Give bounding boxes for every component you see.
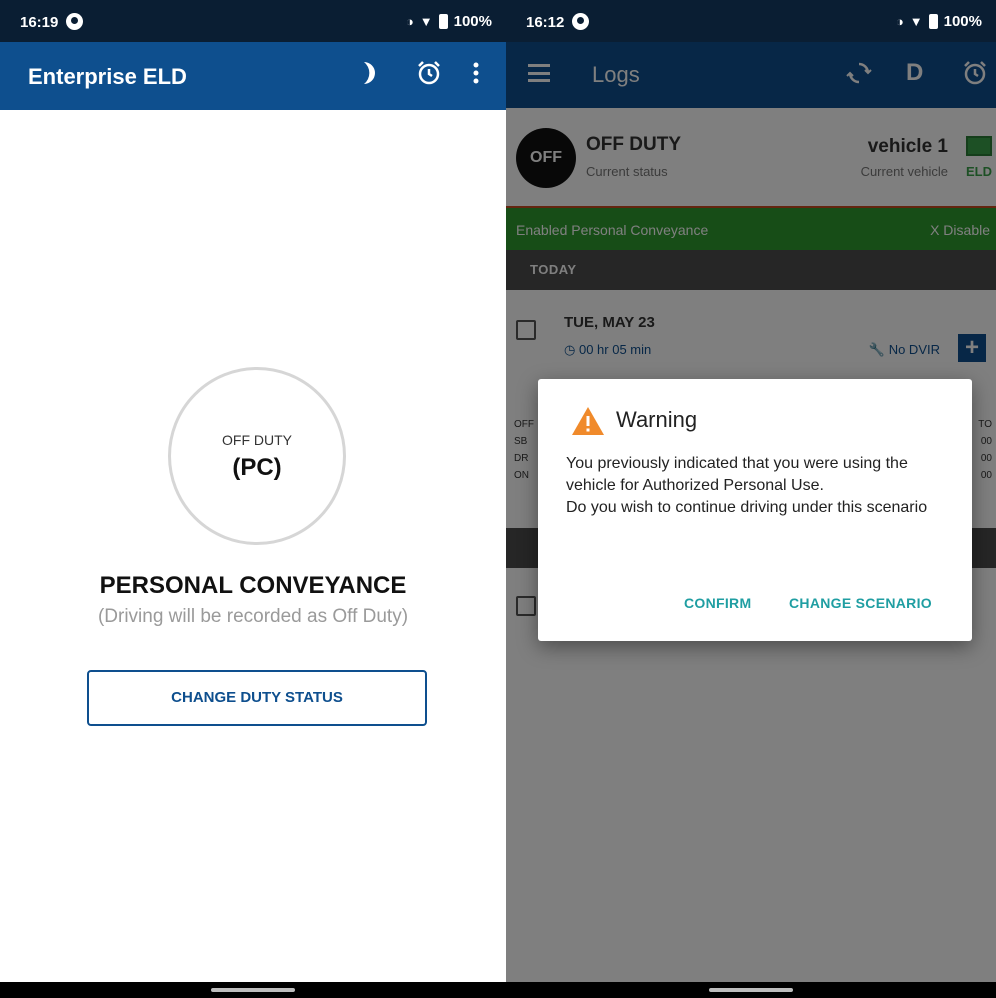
wifi-icon: ▼: [419, 14, 433, 29]
home-gesture-handle[interactable]: [211, 988, 295, 992]
app-bar: Enterprise ELD: [0, 42, 506, 110]
dialog-title: Warning: [616, 407, 698, 432]
duty-status-label: OFF DUTY: [222, 432, 292, 448]
rotation-icon: ◑: [405, 14, 414, 29]
alarm-icon[interactable]: [416, 60, 442, 92]
night-mode-icon[interactable]: [360, 60, 378, 92]
warning-dialog: Warning You previously indicated that yo…: [538, 379, 972, 641]
duty-status-circle: OFF DUTY (PC): [168, 367, 346, 545]
change-duty-status-button[interactable]: CHANGE DUTY STATUS: [87, 670, 427, 726]
confirm-button[interactable]: CONFIRM: [684, 595, 751, 611]
battery-level: 100%: [453, 13, 492, 30]
rotation-icon: ◑: [895, 14, 904, 29]
status-icons: ◑ ▼ 100%: [896, 13, 982, 30]
app-notification-icon: [66, 13, 83, 30]
battery-icon: [928, 14, 938, 29]
warning-icon: [570, 405, 606, 442]
dialog-message: You previously indicated that you were u…: [566, 453, 946, 519]
personal-conveyance-title: PERSONAL CONVEYANCE: [99, 572, 407, 599]
status-bar: 16:19 ◑ ▼ 100%: [0, 0, 506, 42]
left-screen: 16:19 ◑ ▼ 100% Enterprise ELD OFF DUTY (…: [0, 0, 506, 998]
battery-level: 100%: [943, 13, 982, 30]
overflow-menu-icon[interactable]: [472, 60, 480, 92]
battery-icon: [438, 14, 448, 29]
status-time: 16:19: [20, 14, 59, 31]
right-screen: 16:12 ◑ ▼ 100% Logs D OFF OFF DUTY Curre…: [506, 0, 996, 998]
home-gesture-handle[interactable]: [709, 988, 793, 992]
app-title: Enterprise ELD: [28, 64, 187, 89]
navigation-bar: [506, 982, 996, 998]
navigation-bar: [0, 982, 506, 998]
status-icons: ◑ ▼ 100%: [406, 13, 492, 30]
status-bar: 16:12 ◑ ▼ 100%: [506, 0, 996, 42]
dialog-message-line-1: You previously indicated that you were u…: [566, 455, 908, 494]
status-time: 16:12: [526, 14, 565, 31]
change-scenario-button[interactable]: CHANGE SCENARIO: [789, 595, 932, 611]
personal-conveyance-subtitle: (Driving will be recorded as Off Duty): [97, 606, 409, 627]
dialog-message-line-2: Do you wish to continue driving under th…: [566, 499, 928, 516]
wifi-icon: ▼: [909, 14, 923, 29]
app-notification-icon: [572, 13, 589, 30]
duty-status-value: (PC): [232, 454, 282, 481]
